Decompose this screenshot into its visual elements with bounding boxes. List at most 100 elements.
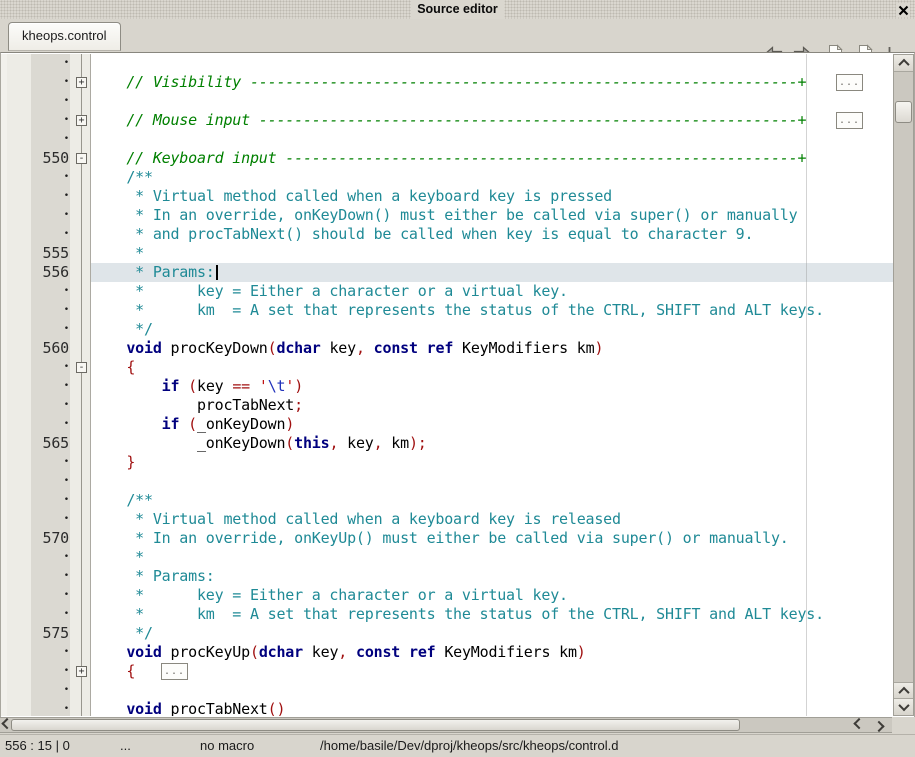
code-line[interactable]: /**	[91, 168, 893, 187]
gutter-line-dot: •	[64, 605, 69, 624]
code-line[interactable]: if (key == '\t')	[91, 377, 893, 396]
code-line[interactable]: * In an override, onKeyUp() must either …	[91, 529, 893, 548]
scroll-up-button[interactable]	[894, 55, 913, 72]
fold-toggle[interactable]: +	[76, 115, 87, 126]
scrollbar-corner	[892, 717, 915, 733]
gutter-line-dot: •	[64, 396, 69, 415]
code-line[interactable]: * key = Either a character or a virtual …	[91, 282, 893, 301]
gutter-line-number: 570	[43, 529, 70, 548]
code-line[interactable]: procTabNext;	[91, 396, 893, 415]
horizontal-scrollbar[interactable]	[0, 717, 892, 733]
vertical-scroll-thumb[interactable]	[895, 101, 912, 123]
gutter-line-dot: •	[64, 510, 69, 529]
code-line[interactable]: * Virtual method called when a keyboard …	[91, 187, 893, 206]
code-line[interactable]: * Virtual method called when a keyboard …	[91, 510, 893, 529]
gutter-line-dot: •	[64, 358, 69, 377]
code-line[interactable]: * km = A set that represents the status …	[91, 301, 893, 320]
scroll-down-button[interactable]	[894, 698, 913, 715]
gutter-line-dot: •	[64, 92, 69, 111]
code-line[interactable]: */	[91, 624, 893, 643]
code-line[interactable]: * km = A set that represents the status …	[91, 605, 893, 624]
code-line[interactable]	[91, 54, 893, 73]
gutter-line-dot: •	[64, 491, 69, 510]
gutter-line-dot: •	[64, 567, 69, 586]
code-line[interactable]: // Visibility --------------------------…	[91, 73, 893, 92]
gutter-line-number: 555	[43, 244, 70, 263]
code-line[interactable]: *	[91, 244, 893, 263]
code-line[interactable]: */	[91, 320, 893, 339]
gutter-line-dot: •	[64, 301, 69, 320]
code-line[interactable]: // Keyboard input ----------------------…	[91, 149, 893, 168]
code-line[interactable]: // Mouse input -------------------------…	[91, 111, 893, 130]
gutter-line-dot: •	[64, 453, 69, 472]
gutter-line-number: 556	[43, 263, 70, 282]
gutter-line-dot: •	[64, 643, 69, 662]
text-caret	[216, 265, 218, 280]
vertical-scrollbar[interactable]	[893, 54, 914, 716]
gutter-line-number: 575	[43, 624, 70, 643]
fold-ellipsis-box[interactable]: ...	[836, 74, 863, 91]
code-line[interactable]	[91, 681, 893, 700]
code-line[interactable]: *	[91, 548, 893, 567]
gutter-line-dot: •	[64, 700, 69, 716]
scroll-right-button[interactable]	[869, 718, 889, 732]
code-line[interactable]: * Params:	[91, 567, 893, 586]
code-line[interactable]: if (_onKeyDown)	[91, 415, 893, 434]
gutter-line-dot: •	[64, 282, 69, 301]
gutter-line-dot: •	[64, 586, 69, 605]
code-line[interactable]: void procKeyDown(dchar key, const ref Ke…	[91, 339, 893, 358]
code-line[interactable]: void procKeyUp(dchar key, const ref KeyM…	[91, 643, 893, 662]
gutter[interactable]: ••+••+•550-••••555556•••560•-•••565••••5…	[1, 54, 91, 716]
horizontal-scroll-thumb[interactable]	[11, 719, 740, 731]
scroll-left-button-right[interactable]	[850, 718, 868, 732]
gutter-line-number: 550	[43, 149, 70, 168]
code-line-current[interactable]: * Params:	[91, 263, 893, 282]
code-line[interactable]: * In an override, onKeyDown() must eithe…	[91, 206, 893, 225]
title-bar: Source editor	[0, 0, 915, 19]
code-line[interactable]	[91, 92, 893, 111]
tab-bar: kheops.control	[0, 19, 915, 52]
gutter-line-dot: •	[64, 681, 69, 700]
close-icon	[898, 5, 909, 16]
chevron-down-icon	[898, 700, 909, 711]
gutter-line-dot: •	[64, 662, 69, 681]
code-area[interactable]: // Visibility --------------------------…	[91, 54, 893, 716]
gutter-line-number: 560	[43, 339, 70, 358]
code-line[interactable]	[91, 472, 893, 491]
chevron-left-icon	[853, 718, 864, 729]
gutter-line-dot: •	[64, 548, 69, 567]
code-line[interactable]: {	[91, 358, 893, 377]
window-title: Source editor	[410, 0, 505, 19]
gutter-line-dot: •	[64, 73, 69, 92]
fold-toggle[interactable]: -	[76, 362, 87, 373]
code-line[interactable]: * and procTabNext() should be called whe…	[91, 225, 893, 244]
gutter-line-dot: •	[64, 415, 69, 434]
code-line[interactable]: {...	[91, 662, 893, 681]
gutter-line-number: 565	[43, 434, 70, 453]
fold-toggle[interactable]: -	[76, 153, 87, 164]
close-window-button[interactable]	[896, 3, 910, 17]
fold-ellipsis-box[interactable]: ...	[161, 663, 188, 680]
gutter-line-dot: •	[64, 111, 69, 130]
code-line[interactable]: void procTabNext()	[91, 700, 893, 716]
status-bar: 556 : 15 | 0 ... no macro /home/basile/D…	[0, 734, 915, 757]
code-line[interactable]: _onKeyDown(this, key, km);	[91, 434, 893, 453]
code-line[interactable]: * key = Either a character or a virtual …	[91, 586, 893, 605]
code-line[interactable]: /**	[91, 491, 893, 510]
fold-toggle[interactable]: +	[76, 666, 87, 677]
fold-toggle[interactable]: +	[76, 77, 87, 88]
gutter-line-dot: •	[64, 168, 69, 187]
gutter-line-dot: •	[64, 320, 69, 339]
gutter-line-dot: •	[64, 377, 69, 396]
code-line[interactable]: }	[91, 453, 893, 472]
chevron-up-icon	[898, 687, 909, 698]
fold-ellipsis-box[interactable]: ...	[836, 112, 863, 129]
chevron-right-icon	[873, 721, 884, 732]
gutter-line-dot: •	[64, 130, 69, 149]
gutter-line-dot: •	[64, 54, 69, 73]
tab-kheops-control[interactable]: kheops.control	[8, 22, 121, 51]
status-field-2: ...	[120, 735, 131, 756]
code-line[interactable]	[91, 130, 893, 149]
file-path-status: /home/basile/Dev/dproj/kheops/src/kheops…	[320, 735, 618, 756]
scroll-up-button-bottom[interactable]	[894, 682, 913, 699]
